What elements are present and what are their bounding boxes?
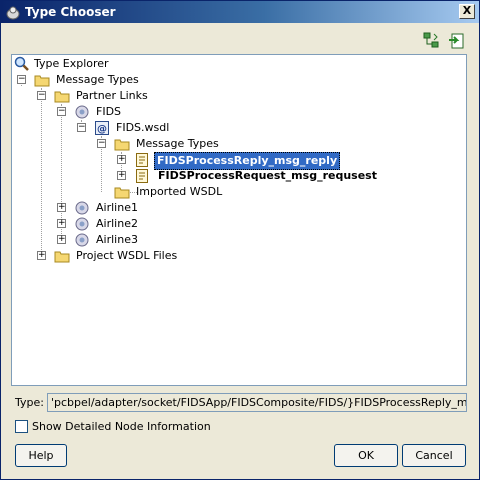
expand-toggle[interactable]: + — [117, 155, 126, 164]
folder-icon — [34, 72, 50, 88]
close-button[interactable]: X — [459, 4, 475, 19]
type-explorer-tree[interactable]: Type Explorer − Message Types − Partner … — [11, 54, 467, 386]
tree-node-label: FIDS — [96, 105, 122, 118]
collapse-toggle[interactable]: − — [57, 107, 66, 116]
partner-link-icon — [74, 232, 90, 248]
tree-node-label: FIDS.wsdl — [116, 121, 170, 134]
collapse-toggle[interactable]: − — [17, 75, 26, 84]
type-label: Type: — [15, 396, 44, 409]
tree-node-label: FIDSProcessRequest_msg_requsest — [158, 169, 377, 182]
folder-icon — [54, 248, 70, 264]
expand-toggle[interactable]: + — [57, 235, 66, 244]
tree-node-label: Airline3 — [96, 233, 138, 246]
partner-link-icon — [74, 104, 90, 120]
import-schema-icon — [447, 33, 467, 54]
cancel-button[interactable]: Cancel — [402, 444, 466, 467]
show-detailed-checkbox[interactable] — [15, 420, 28, 433]
tree-node-label: Message Types — [136, 137, 219, 150]
title-bar[interactable]: Type Chooser X — [1, 1, 479, 23]
expand-toggle[interactable]: + — [117, 171, 126, 180]
import-schema-button[interactable] — [447, 31, 467, 51]
expand-toggle[interactable]: + — [37, 251, 46, 260]
collapse-toggle[interactable]: − — [37, 91, 46, 100]
tree-line — [41, 88, 42, 256]
search-icon — [14, 56, 30, 72]
type-field[interactable]: 'pcbpel/adapter/socket/FIDSApp/FIDSCompo… — [47, 393, 467, 412]
app-icon — [5, 4, 21, 20]
type-chooser-dialog: Type Chooser X Type Explorer − Message T… — [0, 0, 480, 480]
wsdl-icon: @ — [94, 120, 110, 136]
message-icon — [134, 168, 150, 184]
help-button[interactable]: Help — [15, 444, 67, 467]
folder-icon — [114, 136, 130, 152]
folder-icon — [114, 184, 130, 200]
expand-toggle[interactable]: + — [57, 219, 66, 228]
tree-node-label: Airline2 — [96, 217, 138, 230]
hierarchy-button[interactable] — [421, 31, 441, 51]
partner-link-icon — [74, 200, 90, 216]
partner-link-icon — [74, 216, 90, 232]
tree-node-label: Message Types — [56, 73, 139, 86]
tree-node-label: Project WSDL Files — [76, 249, 178, 262]
hierarchy-icon — [421, 32, 441, 54]
collapse-toggle[interactable]: − — [97, 139, 106, 148]
ok-button[interactable]: OK — [334, 444, 398, 467]
svg-text:@: @ — [97, 124, 107, 135]
collapse-toggle[interactable]: − — [77, 123, 86, 132]
expand-toggle[interactable]: + — [57, 203, 66, 212]
window-title: Type Chooser — [25, 5, 116, 19]
show-detailed-label[interactable]: Show Detailed Node Information — [32, 420, 211, 433]
tree-node-label: Imported WSDL — [136, 185, 223, 198]
tree-node-label: Type Explorer — [34, 57, 109, 70]
folder-icon — [54, 88, 70, 104]
tree-node-label: Airline1 — [96, 201, 138, 214]
message-icon — [134, 152, 150, 168]
tree-node-label: Partner Links — [76, 89, 148, 102]
